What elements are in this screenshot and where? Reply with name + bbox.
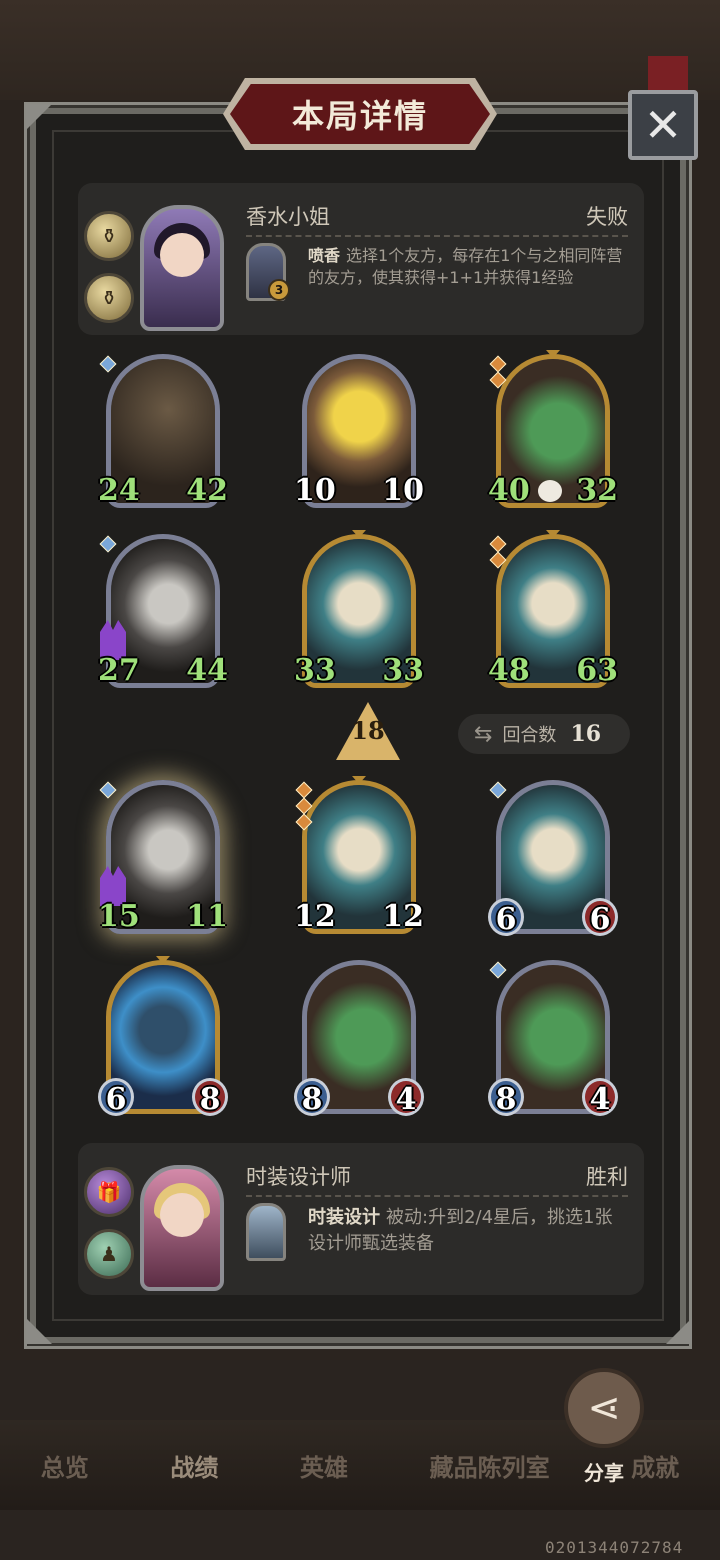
attack-value: 6: [98, 1078, 134, 1117]
attack-value: 27: [98, 653, 140, 688]
health-value: 8: [192, 1078, 228, 1117]
skill-desc-text: 选择1个友方，每存在1个与之相同阵营的友方，使其获得+1+1并获得1经验: [308, 246, 623, 287]
round-counter: ⇆ 回合数 16: [458, 714, 630, 754]
minion-card[interactable]: 6 8: [98, 956, 228, 1117]
health-value: 10: [382, 473, 424, 508]
potion-orb-icon[interactable]: ⚱: [84, 211, 134, 261]
mannequin-icon[interactable]: ♟: [84, 1229, 134, 1279]
attack-value: 6: [488, 898, 524, 937]
attack-value: 8: [294, 1078, 330, 1117]
health-value: 12: [382, 899, 424, 934]
skill-level-badge: 3: [268, 279, 290, 301]
opponent-hero-portrait[interactable]: [140, 205, 224, 331]
minion-card[interactable]: 8 4: [294, 960, 424, 1117]
minion-card[interactable]: 12 12: [294, 776, 424, 934]
gift-box-icon[interactable]: 🎁: [84, 1167, 134, 1217]
round-label: 回合数: [502, 725, 557, 746]
share-icon: ⋖: [587, 1385, 621, 1431]
health-value: 11: [186, 899, 228, 934]
skill-name: 喷香: [308, 246, 341, 265]
minion-card[interactable]: 27 44: [98, 534, 228, 688]
share-button[interactable]: ⋖: [564, 1368, 644, 1448]
skill-description: 时装设计 被动:升到2/4星后，挑选1张设计师甄选装备: [308, 1205, 628, 1257]
repeat-icon: ⇆: [474, 721, 493, 747]
skill-name: 时装设计: [308, 1207, 380, 1228]
health-value: 6: [582, 898, 618, 937]
opponent-name: 香水小姐: [246, 205, 330, 229]
tab-achievements[interactable]: 成就: [631, 1448, 679, 1483]
opponent-panel: ⚱ ⚱ 香水小姐 失败 3 喷香 选择1个友方，每存在1个与之相同阵营的友方，使其…: [78, 183, 644, 335]
player-result: 胜利: [586, 1165, 628, 1189]
attack-value: 48: [488, 653, 530, 688]
tab-record[interactable]: 战绩: [170, 1448, 218, 1483]
minion-card[interactable]: 24 42: [98, 354, 228, 508]
divider: [246, 235, 628, 237]
rank-value: 18: [351, 716, 385, 745]
divider: [246, 1195, 628, 1197]
attack-value: 40: [488, 473, 530, 508]
health-value: 4: [582, 1078, 618, 1117]
player-hero-portrait[interactable]: [140, 1165, 224, 1291]
minion-card[interactable]: 10 10: [294, 354, 424, 508]
skull-icon: [538, 480, 562, 502]
match-id: 0201344072784: [545, 1538, 684, 1557]
tab-collection[interactable]: 藏品陈列室: [430, 1448, 550, 1483]
minion-card[interactable]: 33 33: [294, 530, 424, 688]
minion-card[interactable]: 40 32: [488, 350, 618, 508]
dialog-title: 本局详情: [291, 97, 428, 135]
share-label: 分享: [584, 1461, 624, 1485]
skill-description: 喷香 选择1个友方，每存在1个与之相同阵营的友方，使其获得+1+1并获得1经验: [308, 245, 628, 289]
health-value: 42: [186, 473, 228, 508]
health-value: 44: [186, 653, 228, 688]
potion-orb-icon[interactable]: ⚱: [84, 273, 134, 323]
tab-heroes[interactable]: 英雄: [300, 1448, 348, 1483]
hero-face: [160, 233, 204, 277]
health-value: 4: [388, 1078, 424, 1117]
minion-card[interactable]: 15 11: [98, 780, 228, 934]
close-button[interactable]: ✕: [628, 90, 698, 160]
health-value: 33: [382, 653, 424, 688]
hero-face: [160, 1193, 204, 1237]
player-panel: 🎁 ♟ 时装设计师 胜利 时装设计 被动:升到2/4星后，挑选1张设计师甄选装备: [78, 1143, 644, 1295]
attack-value: 10: [294, 473, 336, 508]
title-plate: 本局详情: [230, 84, 490, 144]
attack-value: 33: [294, 653, 336, 688]
round-value: 16: [570, 721, 602, 747]
player-name: 时装设计师: [246, 1165, 351, 1189]
minion-card[interactable]: 6 6: [488, 780, 618, 937]
attack-value: 24: [98, 473, 140, 508]
health-value: 63: [576, 653, 618, 688]
minion-card[interactable]: 8 4: [488, 960, 618, 1117]
skill-icon[interactable]: [246, 1203, 286, 1261]
opponent-result: 失败: [586, 205, 628, 229]
health-value: 32: [576, 473, 618, 508]
attack-value: 15: [98, 899, 140, 934]
tab-overview[interactable]: 总览: [41, 1448, 89, 1483]
close-icon: ✕: [643, 98, 683, 152]
attack-value: 12: [294, 899, 336, 934]
attack-value: 8: [488, 1078, 524, 1117]
minion-card[interactable]: 48 63: [488, 530, 618, 688]
